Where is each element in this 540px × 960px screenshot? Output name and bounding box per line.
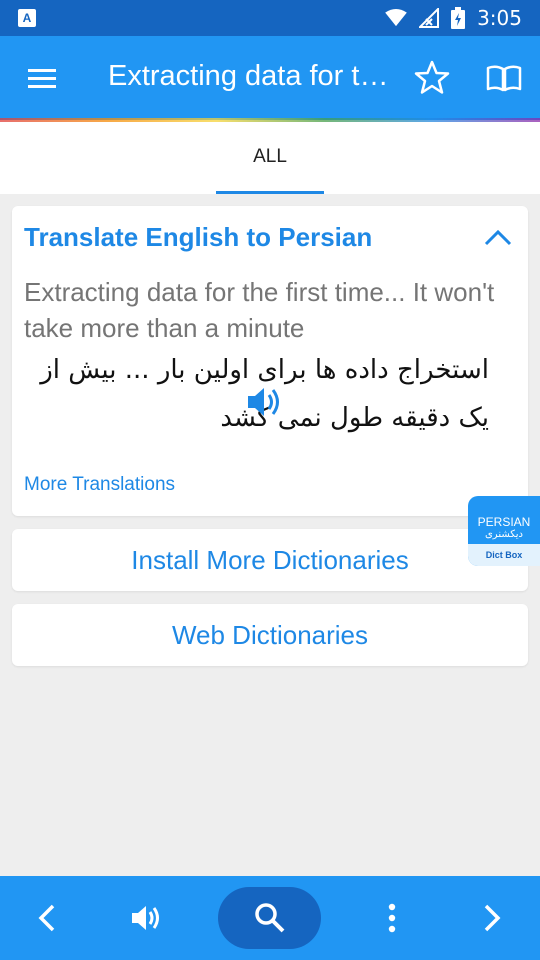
- source-text: Extracting data for the first time... It…: [24, 277, 495, 343]
- translation-card-title: Translate English to Persian: [24, 222, 373, 252]
- persian-badge-label: PERSIAN: [477, 515, 531, 529]
- status-time: 3:05: [477, 6, 522, 30]
- wifi-icon: [385, 9, 407, 27]
- chevron-up-icon[interactable]: [482, 226, 514, 250]
- status-right: 3:05: [385, 6, 522, 30]
- chevron-left-icon[interactable]: [27, 898, 67, 938]
- more-translations-link[interactable]: More Translations: [24, 474, 175, 496]
- toolbar-title: Extracting data for the first time... It…: [108, 60, 398, 92]
- persian-dict-box-badge[interactable]: PERSIAN دیکشنری Dict Box: [468, 496, 540, 566]
- status-left: A: [18, 9, 36, 27]
- speaker-icon[interactable]: [244, 382, 284, 422]
- persian-badge-footer: Dict Box: [468, 544, 540, 566]
- app-toolbar: Extracting data for the first time... It…: [0, 36, 540, 120]
- more-vertical-icon[interactable]: [372, 898, 412, 938]
- book-icon[interactable]: [482, 56, 526, 100]
- app-notification-icon: A: [18, 9, 36, 27]
- status-bar: A 3:05: [0, 0, 540, 36]
- tab-all[interactable]: ALL: [216, 122, 324, 194]
- install-more-dictionaries-button[interactable]: Install More Dictionaries: [12, 529, 528, 591]
- menu-icon[interactable]: [22, 62, 62, 94]
- web-dictionaries-button[interactable]: Web Dictionaries: [12, 604, 528, 666]
- star-icon[interactable]: [410, 56, 454, 100]
- translation-card: Translate English to Persian Extracting …: [12, 206, 528, 516]
- search-button[interactable]: [218, 887, 321, 949]
- persian-badge-label-fa: دیکشنری: [484, 529, 524, 540]
- battery-icon: [451, 7, 466, 29]
- tab-bar: ALL: [0, 122, 540, 194]
- search-icon: [254, 903, 284, 933]
- volume-icon[interactable]: [126, 898, 166, 938]
- chevron-right-icon[interactable]: [472, 898, 512, 938]
- signal-icon: [419, 8, 440, 28]
- bottom-navigation-bar: [0, 876, 540, 960]
